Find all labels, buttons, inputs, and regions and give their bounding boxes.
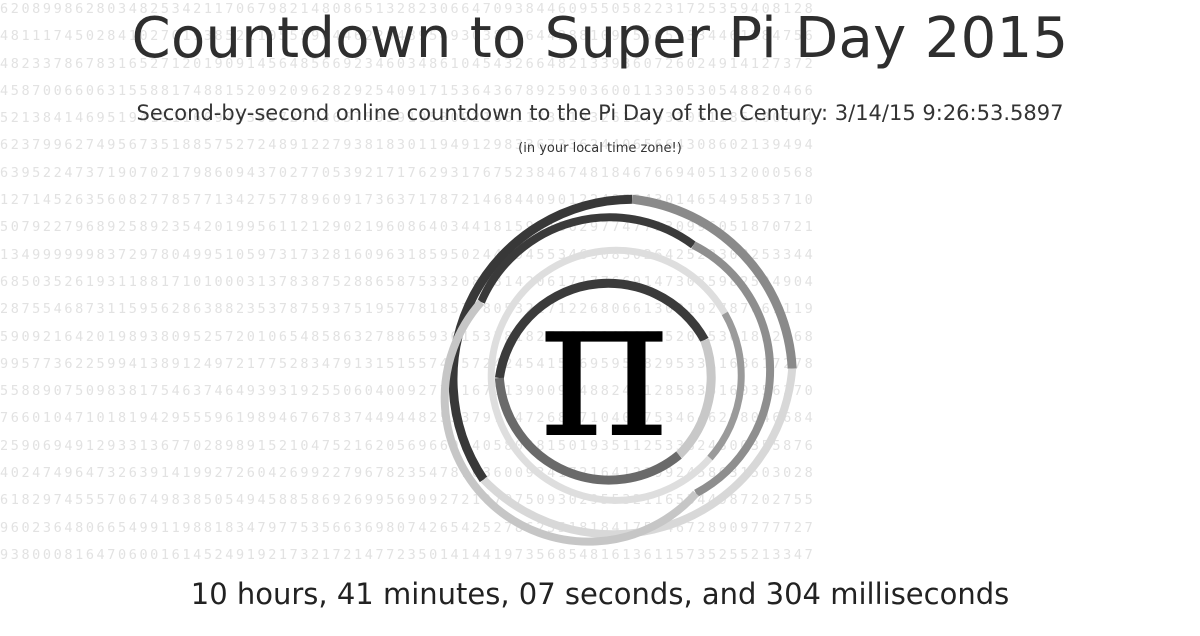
pi-symbol: π <box>538 250 670 483</box>
pi-symbol-with-concentric-ring-icon: π <box>404 175 804 575</box>
page-subtitle: Second-by-second online countdown to the… <box>136 101 1064 125</box>
page-title: Countdown to Super Pi Day 2015 <box>131 6 1069 71</box>
countdown-display: 10 hours, 41 minutes, 07 seconds, and 30… <box>190 577 1010 611</box>
timezone-note: (in your local time zone!) <box>518 141 682 156</box>
